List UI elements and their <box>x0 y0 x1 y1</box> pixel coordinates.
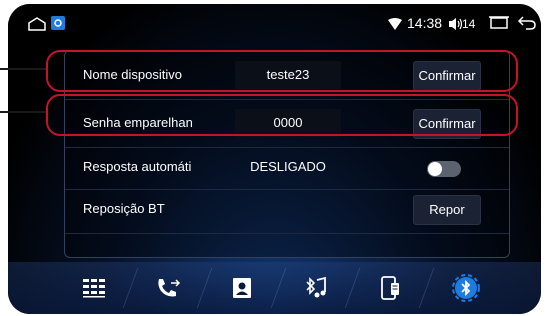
dock-separator <box>196 268 213 308</box>
callout-line <box>0 68 46 70</box>
highlight-device-name <box>46 50 518 92</box>
phone-transfer-icon[interactable] <box>374 272 406 304</box>
bottom-dock <box>8 262 541 314</box>
recent-apps-icon[interactable] <box>489 16 509 30</box>
callout-line <box>0 111 46 113</box>
bt-reset-label: Reposição BT <box>83 201 165 216</box>
call-log-icon[interactable] <box>152 272 184 304</box>
auto-answer-row: Resposta automáti DESLIGADO <box>65 149 509 187</box>
bt-reset-row: Reposição BT Repor <box>65 191 509 229</box>
wifi-icon <box>388 18 402 30</box>
divider <box>65 189 509 190</box>
clock: 14:38 <box>407 15 443 31</box>
back-icon[interactable] <box>518 16 536 30</box>
dock-separator <box>344 268 361 308</box>
auto-answer-label: Resposta automáti <box>83 159 192 174</box>
auto-answer-toggle[interactable] <box>427 161 461 177</box>
contacts-icon[interactable] <box>226 272 258 304</box>
divider <box>65 233 509 234</box>
divider <box>65 147 509 148</box>
bluetooth-music-icon[interactable] <box>300 272 332 304</box>
dock-separator <box>418 268 435 308</box>
highlight-pairing-password <box>46 94 518 136</box>
reset-bt-button[interactable]: Repor <box>413 195 481 225</box>
dock-separator <box>122 268 139 308</box>
dock-separator <box>270 268 287 308</box>
app-notification-icon <box>51 16 65 30</box>
auto-answer-status: DESLIGADO <box>250 159 326 174</box>
toggle-knob <box>428 162 442 176</box>
volume-level: 14 <box>462 17 476 31</box>
dialpad-icon[interactable] <box>78 272 110 304</box>
home-icon[interactable] <box>28 17 46 31</box>
status-bar: 14:38 14 <box>8 4 541 40</box>
bluetooth-settings-icon[interactable] <box>450 272 482 304</box>
